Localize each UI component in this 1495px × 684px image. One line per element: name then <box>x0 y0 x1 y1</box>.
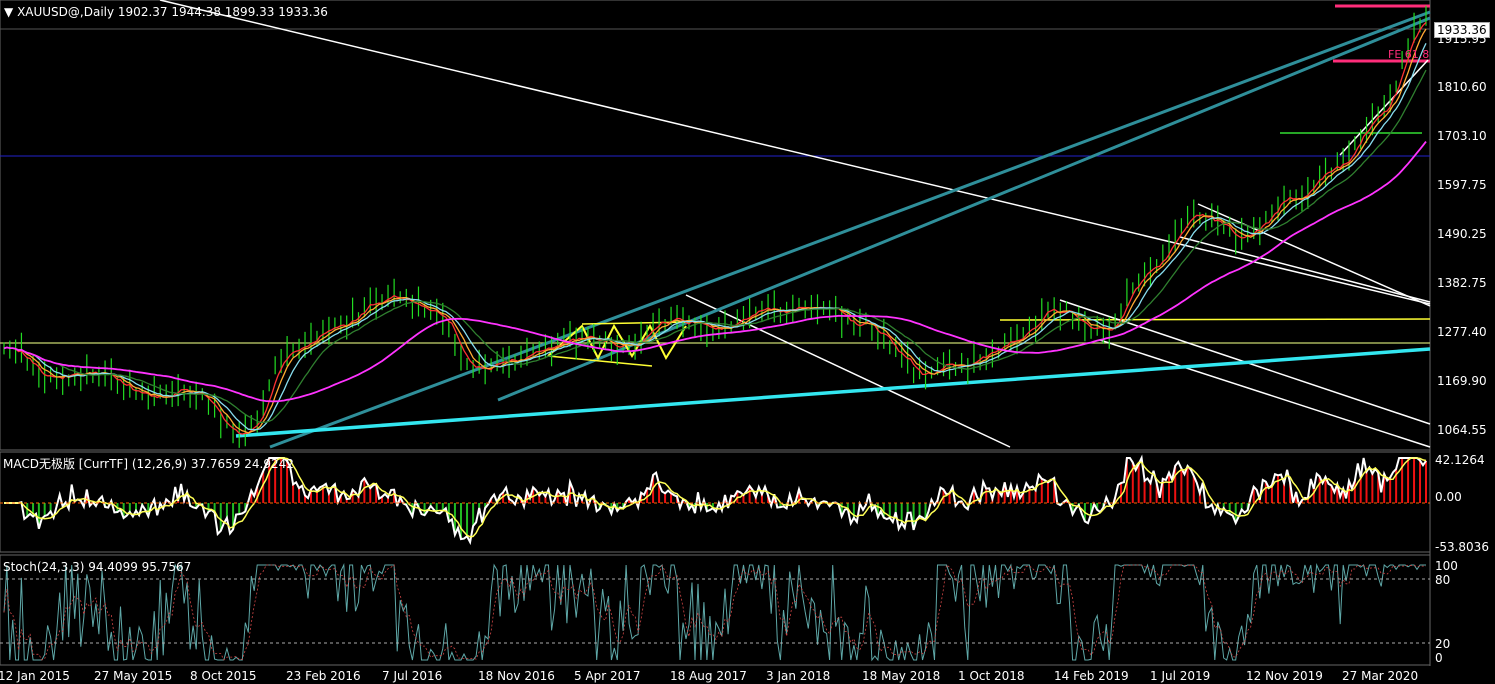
time-axis-label: 12 Nov 2019 <box>1246 669 1323 683</box>
price-axis-label: 1597.75 <box>1437 178 1487 192</box>
price-axis-label: 1064.55 <box>1437 423 1487 437</box>
time-axis-label: 14 Feb 2019 <box>1054 669 1129 683</box>
stoch-axis-label: 80 <box>1435 573 1451 587</box>
price-series <box>3 5 1427 448</box>
white-wedge-top <box>1197 203 1431 307</box>
chart-svg[interactable] <box>0 0 1495 684</box>
time-axis-label: 18 May 2018 <box>862 669 941 683</box>
time-axis-label: 7 Jul 2016 <box>382 669 443 683</box>
price-axis-label: 1703.10 <box>1437 129 1487 143</box>
price-axis-label: 1382.75 <box>1437 276 1487 290</box>
fe-label: FE 61.8 <box>1388 48 1430 61</box>
stoch-axis-label: 0 <box>1435 651 1443 665</box>
time-axis-label: 1 Oct 2018 <box>958 669 1025 683</box>
macd-label: MACD无极版 [CurrTF] (12,26,9) 37.7659 24.92… <box>3 457 294 471</box>
time-axis-label: 12 Jan 2015 <box>0 669 70 683</box>
yellow-pattern-top <box>581 321 691 325</box>
symbol-header: ▼ XAUUSD@,Daily 1902.37 1944.38 1899.33 … <box>4 5 328 19</box>
white-long-downtrend <box>159 0 1431 305</box>
stoch-axis-label: 100 <box>1435 559 1458 573</box>
price-axis-label: 1810.60 <box>1437 80 1487 94</box>
yellow-level-line <box>999 318 1431 321</box>
macd-axis-label: 0.00 <box>1435 490 1462 504</box>
time-axis-label: 23 Feb 2016 <box>286 669 361 683</box>
price-axis-label: 1915.95 <box>1437 32 1487 46</box>
time-axis-label: 27 May 2015 <box>94 669 173 683</box>
stoch-label: Stoch(24,3,3) 94.4099 95.7567 <box>3 560 192 574</box>
time-axis-label: 5 Apr 2017 <box>574 669 641 683</box>
white-downtrend-2019b <box>1099 339 1431 448</box>
ma-magenta-line <box>3 141 1427 403</box>
symbol-line: XAUUSD@,Daily 1902.37 1944.38 1899.33 19… <box>17 5 328 19</box>
macd-axis-label: 42.1264 <box>1435 453 1485 467</box>
time-axis-label: 1 Jul 2019 <box>1150 669 1211 683</box>
price-axis-label: 1277.40 <box>1437 325 1487 339</box>
dropdown-triangle-icon[interactable]: ▼ <box>4 5 13 19</box>
price-axis-label: 1169.90 <box>1437 374 1487 388</box>
macd-axis-label: -53.8036 <box>1435 540 1489 554</box>
time-axis-label: 27 Mar 2020 <box>1342 669 1419 683</box>
price-panel-frame <box>0 0 1431 451</box>
ma-light-blue-line <box>3 43 1427 431</box>
time-axis-label: 3 Jan 2018 <box>766 669 831 683</box>
price-axis-label: 1490.25 <box>1437 227 1487 241</box>
ma-fast-line <box>3 21 1427 435</box>
stoch-axis-label: 20 <box>1435 637 1451 651</box>
white-wedge-bottom <box>1179 236 1431 303</box>
time-axis-label: 18 Nov 2016 <box>478 669 555 683</box>
time-axis-label: 18 Aug 2017 <box>670 669 747 683</box>
time-axis-label: 8 Oct 2015 <box>190 669 257 683</box>
